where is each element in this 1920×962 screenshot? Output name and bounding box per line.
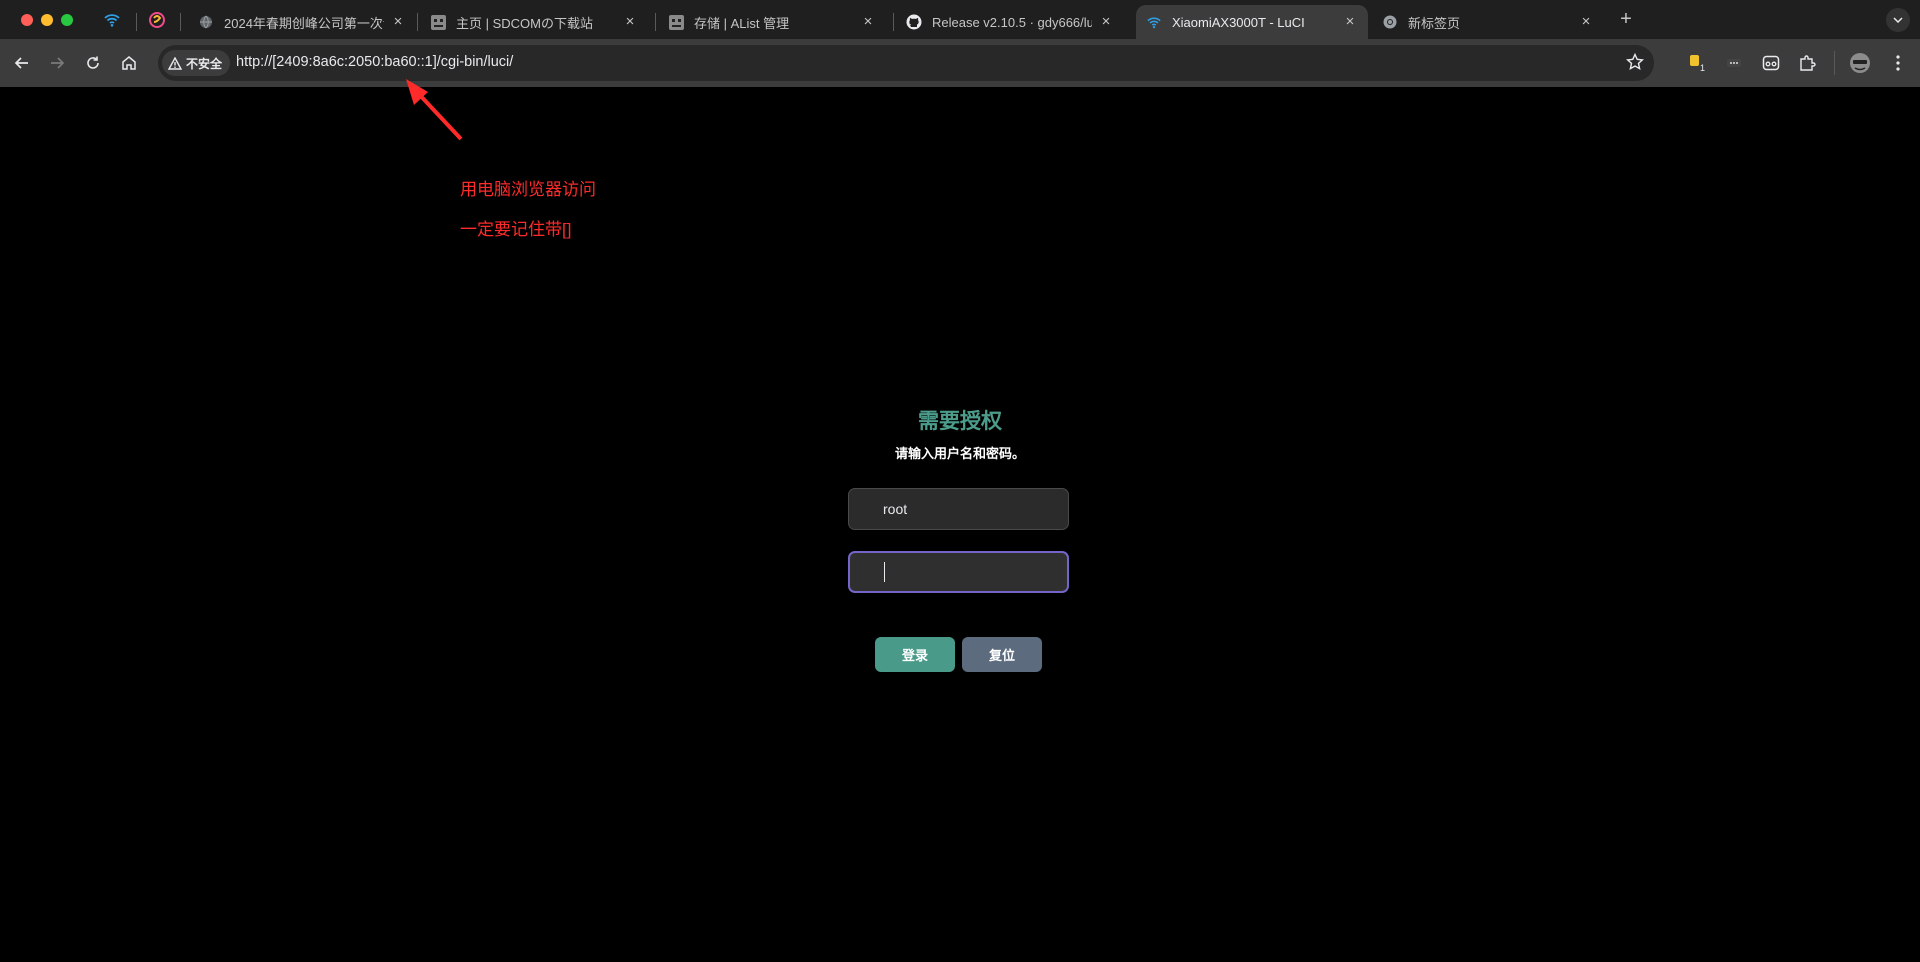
extensions-puzzle-icon[interactable]	[1795, 51, 1819, 75]
sdcom-icon	[430, 14, 446, 30]
login-subtitle: 请输入用户名和密码。	[894, 446, 1025, 461]
menu-kebab-icon[interactable]	[1886, 51, 1910, 75]
tab-close-icon[interactable]: ×	[1098, 14, 1114, 30]
login-button[interactable]: 登录	[875, 637, 955, 672]
security-label: 不安全	[186, 56, 223, 71]
password-input[interactable]	[848, 551, 1069, 593]
tab-search-button[interactable]	[1886, 8, 1910, 32]
swirl-logo-icon	[149, 12, 165, 28]
tab-close-icon[interactable]: ×	[1578, 14, 1594, 30]
tab-title: 主页 | SDCOMの下载站	[456, 15, 593, 31]
profile-avatar[interactable]	[1848, 51, 1872, 75]
window-minimize-button[interactable]	[41, 14, 53, 26]
tab-close-icon[interactable]: ×	[390, 14, 406, 30]
extension-badge-count: 1	[1700, 63, 1705, 73]
tab-title: Release v2.10.5 · gdy666/luc	[932, 14, 1092, 30]
warning-icon	[168, 56, 182, 70]
arrow-left-icon	[14, 57, 28, 69]
extension-dots-icon[interactable]	[1722, 51, 1746, 75]
forward-button[interactable]	[43, 49, 71, 77]
address-bar[interactable]: 不安全 http://[2409:8a6c:2050:ba60::1]/cgi-…	[158, 45, 1654, 81]
tab-alist[interactable]: 存储 | AList 管理 ×	[658, 5, 886, 39]
extension-badge-icon[interactable]: 1	[1686, 51, 1710, 75]
tab-title: XiaomiAX3000T - LuCI	[1172, 14, 1305, 30]
tab-new-tab[interactable]: 新标签页 ×	[1372, 5, 1604, 39]
back-button[interactable]	[8, 49, 36, 77]
new-tab-button[interactable]: +	[1614, 8, 1638, 32]
tab-sdcom[interactable]: 主页 | SDCOMの下载站 ×	[420, 5, 648, 39]
alist-icon	[668, 14, 684, 30]
bookmark-star-icon[interactable]	[1625, 52, 1645, 76]
tab-github-release[interactable]: Release v2.10.5 · gdy666/luc ×	[896, 5, 1124, 39]
tab-title: 新标签页	[1408, 15, 1461, 31]
text-caret	[884, 562, 885, 582]
home-icon	[122, 56, 136, 70]
reload-icon	[87, 56, 99, 69]
github-icon	[906, 14, 922, 30]
username-input[interactable]: root	[848, 488, 1069, 530]
wifi-icon	[1146, 14, 1162, 30]
tab-close-icon[interactable]: ×	[622, 14, 638, 30]
page-content: 用电脑浏览器访问 一定要记住带[] 需要授权 请输入用户名和密码。 root 登…	[0, 79, 1920, 962]
chevron-down-icon	[1893, 17, 1903, 23]
arrow-right-icon	[51, 57, 65, 69]
url-text[interactable]: http://[2409:8a6c:2050:ba60::1]/cgi-bin/…	[236, 54, 513, 70]
pinned-tab-wifi[interactable]	[99, 8, 125, 32]
reset-button[interactable]: 复位	[962, 637, 1042, 672]
browser-toolbar: 不安全 http://[2409:8a6c:2050:ba60::1]/cgi-…	[0, 39, 1920, 87]
pinned-tab-swirl[interactable]	[144, 8, 170, 32]
tab-strip: 2024年春期创峰公司第一次评估 × 主页 | SDCOMの下载站 × 存储 |…	[0, 0, 1920, 39]
tab-luci-active[interactable]: XiaomiAX3000T - LuCI ×	[1136, 5, 1368, 39]
reload-button[interactable]	[79, 49, 107, 77]
window-maximize-button[interactable]	[61, 14, 73, 26]
tab-evaluation[interactable]: 2024年春期创峰公司第一次评估 ×	[188, 5, 416, 39]
extension-face-icon[interactable]	[1759, 51, 1783, 75]
window-close-button[interactable]	[21, 14, 33, 26]
annotation-line-2: 一定要记住带[]	[460, 220, 572, 239]
tab-close-icon[interactable]: ×	[860, 14, 876, 30]
username-value: root	[883, 501, 908, 517]
tab-title: 2024年春期创峰公司第一次评估	[224, 15, 384, 31]
tab-close-icon[interactable]: ×	[1342, 14, 1358, 30]
login-title: 需要授权	[918, 410, 1002, 433]
chrome-icon	[1382, 14, 1398, 30]
annotation-line-1: 用电脑浏览器访问	[460, 180, 596, 199]
wifi-icon	[104, 14, 120, 27]
security-chip[interactable]: 不安全	[162, 50, 231, 76]
home-button[interactable]	[115, 49, 143, 77]
tab-title: 存储 | AList 管理	[694, 15, 790, 31]
annotation-arrow-icon	[406, 79, 463, 141]
globe-icon	[198, 14, 214, 30]
